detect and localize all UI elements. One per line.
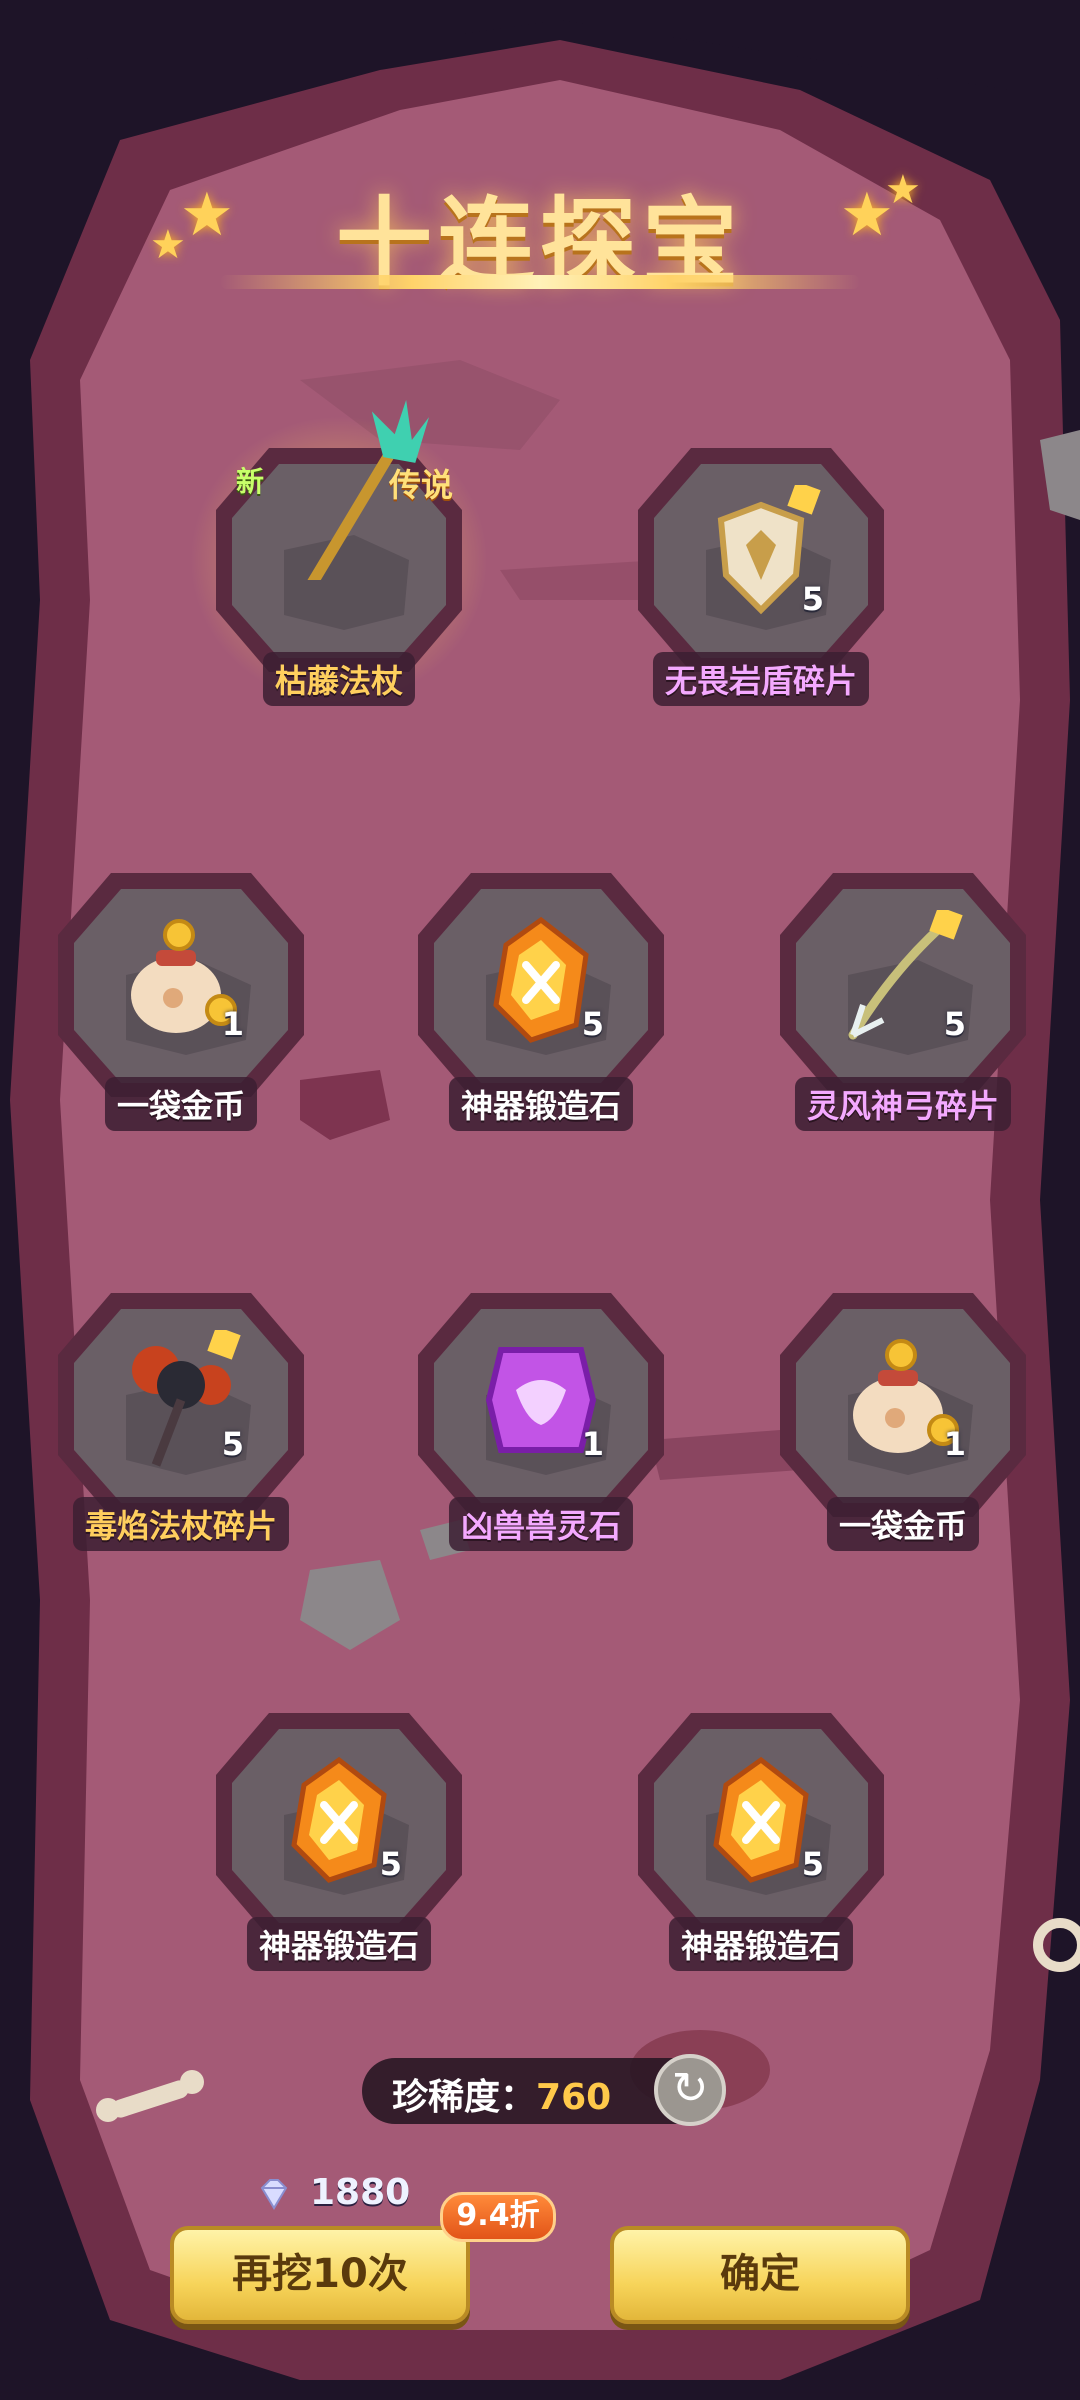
reward-item[interactable]: 5 神器锻造石: [636, 1705, 886, 1971]
item-count: 1: [221, 1005, 244, 1043]
item-count: 5: [379, 1845, 402, 1883]
reward-item[interactable]: 5 神器锻造石: [416, 865, 666, 1131]
reward-item[interactable]: 1 凶兽兽灵石: [416, 1285, 666, 1551]
item-count: 5: [801, 1845, 824, 1883]
item-label: 枯藤法杖: [262, 652, 416, 706]
reward-item[interactable]: 1 一袋金币: [56, 865, 306, 1131]
legendary-tag: 传说: [389, 466, 454, 504]
item-label: 神器锻造石: [448, 1077, 634, 1131]
item-label: 凶兽兽灵石: [448, 1497, 634, 1551]
item-label: 毒焰法杖碎片: [72, 1497, 290, 1551]
rarity-value: 760: [536, 2077, 612, 2118]
cave-background: [0, 20, 1080, 2400]
title-banner: ★ ★ 十连探宝 ★ ★: [150, 155, 921, 305]
star-icon: ★: [180, 180, 234, 250]
dig-again-button[interactable]: 再挖10次: [170, 2226, 470, 2324]
item-count: 5: [221, 1425, 244, 1463]
reward-item-legendary-staff[interactable]: 新 传说 枯藤法杖: [189, 400, 489, 706]
confirm-button[interactable]: 确定: [610, 2226, 910, 2324]
item-label: 神器锻造石: [668, 1917, 854, 1971]
rarity-label: 珍稀度：: [392, 2077, 537, 2118]
rarity-text: 珍稀度：760: [392, 2068, 611, 2120]
item-label: 一袋金币: [104, 1077, 258, 1131]
item-count: 5: [801, 580, 824, 618]
item-count: 5: [581, 1005, 604, 1043]
item-count: 5: [943, 1005, 966, 1043]
item-count: 1: [943, 1425, 966, 1463]
rarity-bar: 珍稀度：760 ↻: [362, 2054, 726, 2126]
reward-item[interactable]: 5 无畏岩盾碎片: [636, 440, 886, 706]
title-glow: [220, 275, 860, 289]
reward-item[interactable]: 5 神器锻造石: [214, 1705, 464, 1971]
item-count: 1: [581, 1425, 604, 1463]
item-label: 灵风神弓碎片: [794, 1077, 1012, 1131]
refresh-icon[interactable]: ↻: [654, 2054, 726, 2126]
star-icon: ★: [885, 167, 921, 213]
discount-badge: 9.4折: [440, 2192, 556, 2242]
reward-item[interactable]: 5 毒焰法杖碎片: [56, 1285, 306, 1551]
new-tag: 新: [236, 465, 265, 498]
currency-amount: 1880: [310, 2172, 411, 2213]
item-label: 神器锻造石: [246, 1917, 432, 1971]
diamond-icon: [260, 2179, 288, 2210]
item-label: 一袋金币: [826, 1497, 980, 1551]
reward-item[interactable]: 1 一袋金币: [778, 1285, 1028, 1551]
reward-item[interactable]: 5 灵风神弓碎片: [778, 865, 1028, 1131]
item-label: 无畏岩盾碎片: [652, 652, 870, 706]
star-icon: ★: [150, 222, 186, 268]
